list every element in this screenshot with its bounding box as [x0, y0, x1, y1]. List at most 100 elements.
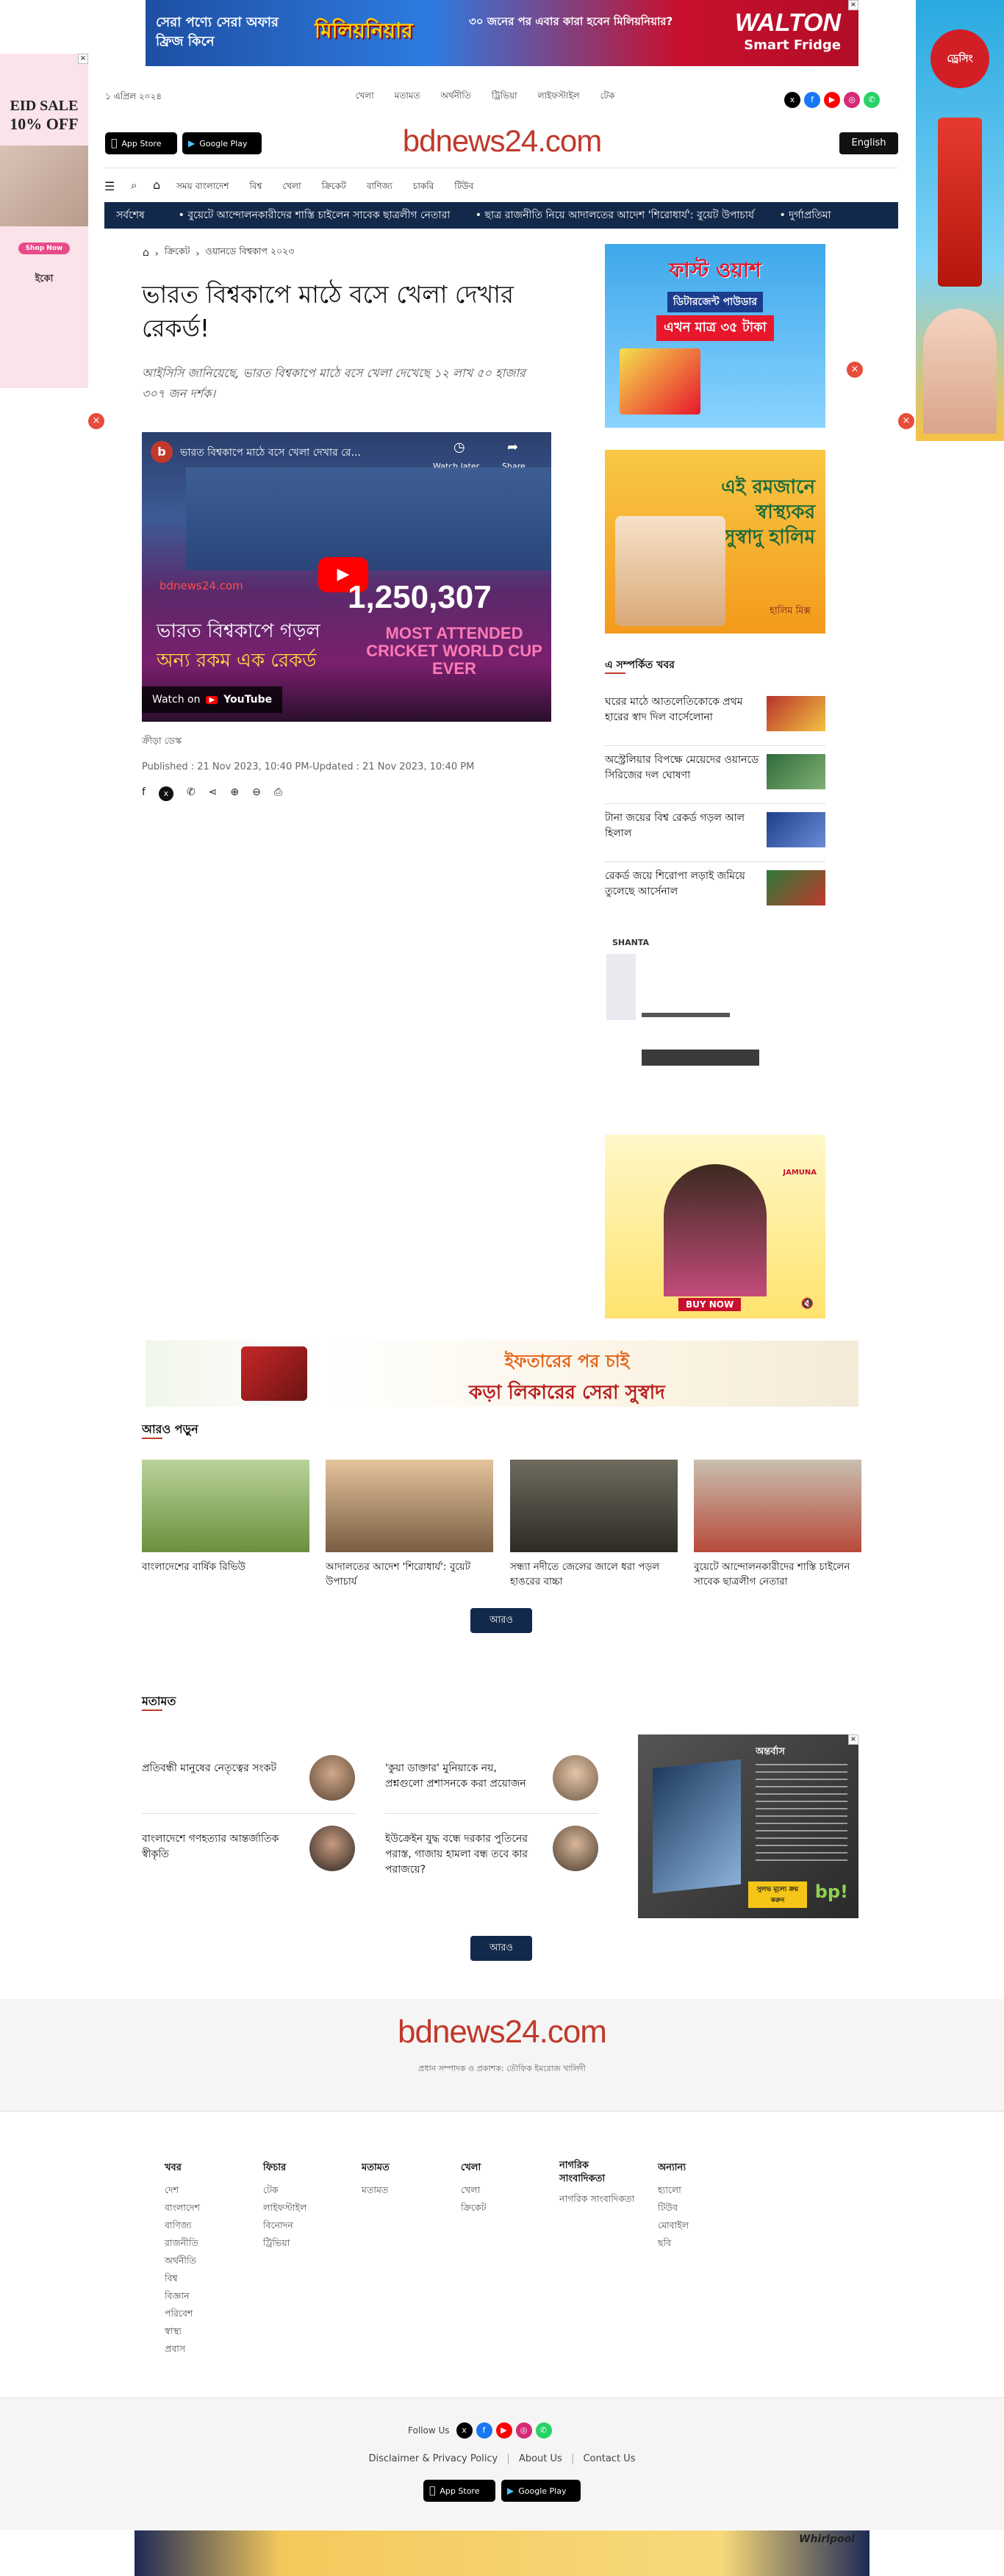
fast-wash-ad[interactable]: ফাস্ট ওয়াশ ডিটারজেন্ট পাউডার এখন মাত্র … — [605, 244, 825, 428]
shanta-ad[interactable]: SHANTA — [605, 932, 825, 1079]
top-nav-item[interactable]: মতামত — [395, 90, 420, 104]
top-nav-item[interactable]: টেক — [600, 90, 615, 104]
more-button[interactable]: আরও — [470, 1936, 532, 1961]
more-item[interactable]: সন্ধ্যা নদীতে জেলের জালে ধরা পড়ল হাঙরের… — [510, 1460, 678, 1589]
home-icon[interactable]: ⌂ — [153, 178, 160, 192]
footer-link[interactable]: টেক — [263, 2181, 337, 2199]
contact-link[interactable]: Contact Us — [583, 2453, 635, 2464]
buy-button[interactable]: সুলভ মূল্যে ক্রয় করুন — [748, 1881, 807, 1908]
bottom-ad-banner[interactable]: Whirlpool — [135, 2530, 869, 2576]
close-icon[interactable]: × — [88, 413, 104, 429]
nav-item[interactable]: ক্রিকেট — [322, 180, 346, 195]
whatsapp-icon[interactable]: ✆ — [864, 92, 880, 108]
shop-now-button[interactable]: Shop Now — [18, 243, 71, 254]
english-button[interactable]: English — [839, 132, 898, 154]
menu-icon[interactable]: ☰ — [104, 179, 115, 193]
footer-link[interactable]: ট্রিভিয়া — [263, 2234, 337, 2252]
more-button[interactable]: আরও — [470, 1608, 532, 1633]
ticker-item[interactable]: বুয়েটে আন্দোলনকারীদের শাস্তি চাইলেন সাব… — [179, 209, 451, 221]
zoom-out-icon[interactable]: ⊖ — [252, 786, 261, 801]
ticker-item[interactable]: ছাত্র রাজনীতি নিয়ে আদালতের আদেশ 'শিরোধা… — [476, 209, 754, 221]
print-icon[interactable]: ⎙ — [274, 786, 282, 801]
footer-link[interactable]: বাংলাদেশ — [165, 2199, 231, 2217]
search-icon[interactable]: ⌕ — [131, 179, 137, 192]
youtube-icon[interactable]: ▶ — [824, 92, 840, 108]
footer-link[interactable]: প্রবাস — [165, 2340, 231, 2358]
x-icon[interactable]: x — [784, 92, 800, 108]
footer-link[interactable]: মতামত — [362, 2181, 435, 2199]
ticker-item[interactable]: দুর্গাপ্রতিমা — [779, 209, 831, 221]
tea-ad-banner[interactable]: ইফতারের পর চাই কড়া লিকারের সেরা সুস্বাদ — [146, 1341, 858, 1407]
jamuna-ad[interactable]: JAMUNA BUY NOW 🔇 — [605, 1135, 825, 1319]
footer-link[interactable]: টিউব — [658, 2199, 731, 2217]
footer-link[interactable]: হ্যালো — [658, 2181, 731, 2199]
whatsapp-icon[interactable]: ✆ — [535, 2422, 552, 2439]
breadcrumb-item[interactable]: ক্রিকেট — [165, 245, 190, 260]
nav-item[interactable]: সময় বাংলাদেশ — [176, 180, 229, 195]
x-icon[interactable]: x — [456, 2422, 473, 2439]
opinion-item[interactable]: প্রতিবন্ধী মানুষের নেতৃত্বের সংকট — [142, 1755, 355, 1814]
footer-link[interactable]: অর্থনীতি — [165, 2252, 231, 2270]
footer-link[interactable]: দেশ — [165, 2181, 231, 2199]
close-icon[interactable]: × — [848, 0, 858, 10]
footer-link[interactable]: স্বাস্থ্য — [165, 2322, 231, 2340]
more-item[interactable]: আদালতের আদেশ 'শিরোধার্য': বুয়েট উপাচার্… — [326, 1460, 493, 1589]
footer-link[interactable]: খেলা — [461, 2181, 534, 2199]
footer-link[interactable]: ছবি — [658, 2234, 731, 2252]
author[interactable]: ক্রীড়া ডেস্ক — [142, 735, 182, 750]
top-nav-item[interactable]: খেলা — [356, 90, 374, 104]
facebook-icon[interactable]: f — [476, 2422, 492, 2439]
haleem-ad[interactable]: এই রমজানে স্বাস্থ্যকর সুস্বাদু হালিম হাল… — [605, 450, 825, 634]
breadcrumb-item[interactable]: ওয়ানডে বিশ্বকাপ ২০২৩ — [206, 245, 295, 260]
buy-now-button[interactable]: BUY NOW — [678, 1298, 742, 1311]
nav-item[interactable]: চাকরি — [413, 180, 434, 195]
privacy-link[interactable]: Disclaimer & Privacy Policy — [369, 2453, 498, 2464]
more-item[interactable]: বাংলাদেশের বার্ষিক রিভিউ — [142, 1460, 309, 1574]
close-icon[interactable]: × — [848, 1734, 858, 1745]
zoom-in-icon[interactable]: ⊕ — [230, 786, 239, 801]
google-play-button[interactable]: ▶ Google Play — [182, 132, 262, 154]
home-icon[interactable]: ⌂ — [143, 247, 149, 259]
share-icon[interactable]: ➦ — [507, 440, 518, 455]
nav-item[interactable]: বিশ্ব — [249, 180, 262, 195]
footer-link[interactable]: বিজ্ঞান — [165, 2287, 231, 2305]
related-item[interactable]: অস্ট্রেলিয়ার বিপক্ষে মেয়েদের ওয়ানডে স… — [605, 753, 825, 804]
whatsapp-icon[interactable]: ✆ — [187, 786, 196, 801]
related-item[interactable]: ঘরের মাঠে আতলেতিকোকে প্রথম হারের স্বাদ দ… — [605, 695, 825, 746]
app-store-button[interactable]: App Store — [105, 132, 177, 154]
close-icon[interactable]: × — [78, 54, 88, 64]
left-side-ad[interactable]: EID SALE 10% OFF Shop Now ইকো × — [0, 54, 88, 388]
close-icon[interactable]: × — [847, 362, 863, 378]
app-store-button[interactable]: App Store — [423, 2480, 495, 2502]
about-link[interactable]: About Us — [519, 2453, 562, 2464]
top-nav-item[interactable]: লাইফস্টাইল — [538, 90, 580, 104]
instagram-icon[interactable]: ◎ — [515, 2422, 532, 2439]
nav-item[interactable]: বাণিজ্য — [367, 180, 392, 195]
youtube-icon[interactable]: ▶ — [495, 2422, 512, 2439]
instagram-icon[interactable]: ◎ — [844, 92, 860, 108]
facebook-icon[interactable]: f — [142, 786, 146, 801]
x-icon[interactable]: x — [158, 786, 173, 801]
footer-link[interactable]: লাইফস্টাইল — [263, 2199, 337, 2217]
close-icon[interactable]: × — [898, 413, 914, 429]
facebook-icon[interactable]: f — [804, 92, 820, 108]
mute-icon[interactable]: 🔇 — [801, 1298, 814, 1310]
footer-link[interactable]: বিশ্ব — [165, 2270, 231, 2287]
site-logo[interactable]: bdnews24.com — [382, 123, 622, 159]
opinion-item[interactable]: বাংলাদেশে গণহত্যার আন্তর্জাতিক স্বীকৃতি — [142, 1826, 355, 1884]
related-item[interactable]: রেকর্ড জয়ে শিরোপা লড়াই জমিয়ে তুলেছে আ… — [605, 869, 825, 920]
top-nav-item[interactable]: অর্থনীতি — [441, 90, 471, 104]
footer-link[interactable]: পরিবেশ — [165, 2305, 231, 2322]
google-play-button[interactable]: ▶ Google Play — [501, 2480, 581, 2502]
video-player[interactable]: b ভারত বিশ্বকাপে মাঠে বসে খেলা দেখার রে.… — [142, 432, 551, 722]
top-nav-item[interactable]: ট্রিভিয়া — [492, 90, 517, 104]
watch-on-youtube[interactable]: Watch on ▶ YouTube — [142, 686, 283, 713]
top-ad-banner[interactable]: সেরা পণ্যে সেরা অফার ফ্রিজ কিনে মিলিয়নি… — [146, 0, 858, 66]
footer-link[interactable]: নাগরিক সাংবাদিকতা — [559, 2190, 640, 2208]
share-icon[interactable]: ⋖ — [209, 786, 218, 801]
footer-logo[interactable]: bdnews24.com — [355, 2014, 649, 2051]
opinion-item[interactable]: ইউক্রেইন যুদ্ধ বন্ধে দরকার পুতিনের পরাস্… — [385, 1826, 598, 1884]
related-item[interactable]: টানা জয়ের বিশ্ব রেকর্ড গড়ল আল হিলাল — [605, 811, 825, 862]
right-side-ad[interactable]: ড্রেসিং — [916, 0, 1004, 441]
footer-link[interactable]: বাণিজ্য — [165, 2217, 231, 2234]
